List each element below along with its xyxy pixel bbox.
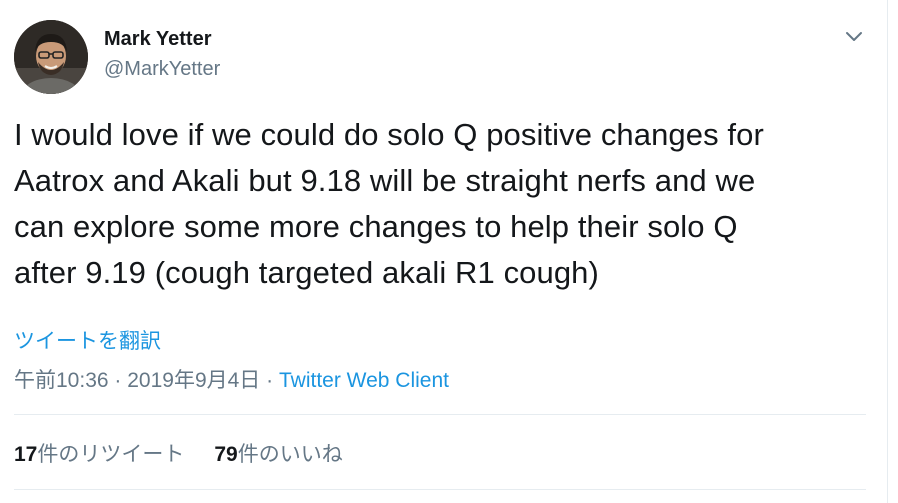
tweet-card: Mark Yetter @MarkYetter I would love if … [0, 0, 888, 503]
tweet-metadata: 午前10:36 · 2019年9月4日 · Twitter Web Client [14, 364, 449, 394]
retweet-count: 17 [14, 443, 38, 466]
author-handle[interactable]: @MarkYetter [104, 58, 220, 81]
tweet-stats: 17件のリツイート 79件のいいね [14, 438, 343, 468]
retweet-count-link[interactable]: 17件のリツイート [14, 438, 184, 468]
divider [14, 414, 866, 415]
meta-separator: · [108, 369, 128, 392]
translate-tweet-link[interactable]: ツイートを翻訳 [14, 325, 161, 355]
tweet-text-line: after 9.19 (cough targeted akali R1 coug… [14, 255, 599, 290]
like-label: 件のいいね [237, 443, 343, 466]
avatar[interactable] [14, 20, 88, 94]
like-count: 79 [214, 443, 238, 466]
avatar-photo [14, 20, 88, 94]
chevron-down-icon[interactable] [842, 26, 866, 46]
meta-separator: · [260, 369, 279, 392]
tweet-text: I would love if we could do solo Q posit… [14, 112, 874, 296]
client-link[interactable]: Twitter Web Client [279, 369, 449, 392]
divider [14, 489, 866, 490]
tweet-time[interactable]: 午前10:36 [14, 369, 109, 392]
tweet-text-line: can explore some more changes to help th… [14, 209, 738, 244]
retweet-label: 件のリツイート [37, 443, 185, 466]
tweet-text-line: Aatrox and Akali but 9.18 will be straig… [14, 163, 756, 198]
tweet-text-line: I would love if we could do solo Q posit… [14, 117, 764, 152]
like-count-link[interactable]: 79件のいいね [214, 438, 342, 468]
author-name[interactable]: Mark Yetter [104, 28, 211, 51]
tweet-date[interactable]: 2019年9月4日 [127, 369, 260, 392]
